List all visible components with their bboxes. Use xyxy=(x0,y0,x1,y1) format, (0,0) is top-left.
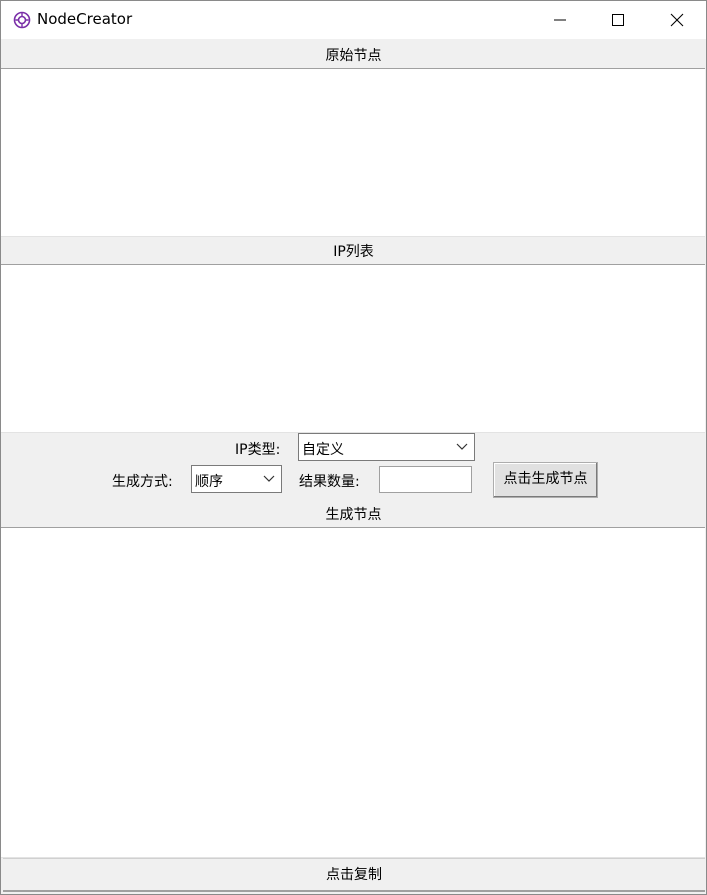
ip-list-textarea[interactable] xyxy=(1,264,705,433)
raw-nodes-label: 原始节点 xyxy=(325,48,382,64)
ip-type-label: IP类型: xyxy=(235,442,281,458)
minimize-button[interactable] xyxy=(531,1,589,39)
maximize-button[interactable] xyxy=(589,1,647,39)
gen-mode-select[interactable]: 顺序 xyxy=(191,465,282,493)
result-count-label: 结果数量: xyxy=(299,474,360,490)
minimize-icon xyxy=(554,19,566,21)
title-bar: NodeCreator xyxy=(1,1,706,39)
window-title: NodeCreator xyxy=(37,10,133,28)
gen-mode-value: 顺序 xyxy=(195,474,223,490)
raw-nodes-header: 原始节点 xyxy=(1,39,706,69)
ip-type-value: 自定义 xyxy=(302,442,344,458)
close-icon xyxy=(670,13,684,27)
raw-nodes-textarea[interactable] xyxy=(1,68,705,237)
close-button[interactable] xyxy=(648,1,706,39)
generate-nodes-button[interactable]: 点击生成节点 xyxy=(493,462,598,498)
copy-button[interactable]: 点击复制 xyxy=(3,858,705,892)
ip-list-header: IP列表 xyxy=(1,237,706,265)
chevron-down-icon xyxy=(263,475,275,482)
ip-type-select[interactable]: 自定义 xyxy=(298,433,475,461)
app-window: NodeCreator 原始节点 IP列表 IP类型: 自定义 生成方式: 顺序… xyxy=(0,0,707,895)
gen-mode-label: 生成方式: xyxy=(112,474,173,490)
generated-nodes-label: 生成节点 xyxy=(325,507,382,523)
chevron-down-icon xyxy=(456,443,468,450)
generated-nodes-textarea[interactable] xyxy=(1,527,705,858)
ip-list-label: IP列表 xyxy=(333,244,374,260)
openai-logo-icon xyxy=(13,11,31,29)
controls-panel: IP类型: 自定义 生成方式: 顺序 结果数量: 点击生成节点 生成节点 xyxy=(1,433,706,527)
maximize-icon xyxy=(612,14,624,26)
result-count-input[interactable] xyxy=(379,466,472,493)
